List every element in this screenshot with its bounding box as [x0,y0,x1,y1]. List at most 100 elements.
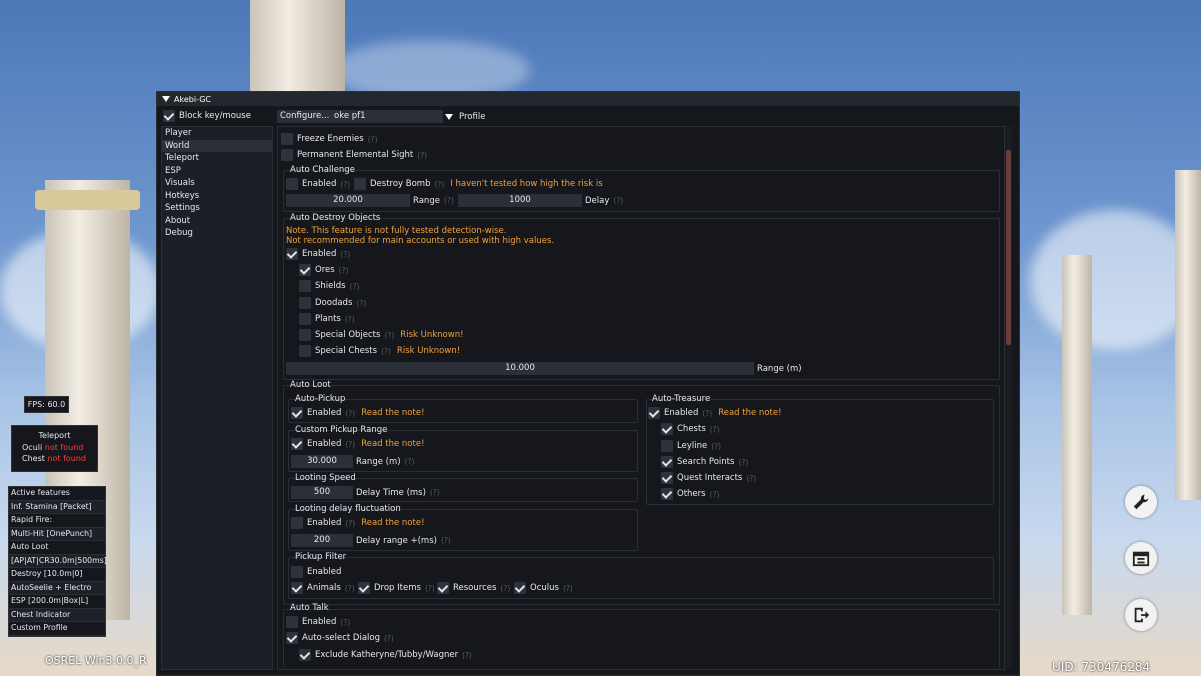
special-chests-checkbox[interactable]: Special Chests (?) Risk Unknown! [299,345,460,357]
checkbox-icon[interactable] [661,423,673,435]
delay-fluct-enabled[interactable]: Enabled (?) Read the note! [291,517,424,529]
quest-interacts-checkbox[interactable]: Quest Interacts (?) [661,472,756,484]
delay-time-slider[interactable]: 500 [291,486,353,499]
auto-pickup-enabled[interactable]: Enabled (?) Read the note! [291,407,424,419]
profile-select[interactable]: oke pf1 [331,110,443,123]
sidebar-item-hotkeys[interactable]: Hotkeys [162,190,272,203]
special-objects-checkbox[interactable]: Special Objects (?) Risk Unknown! [299,329,463,341]
auto-select-dialog-checkbox[interactable]: Auto-select Dialog (?) [286,632,394,644]
range-slider[interactable]: 20.000 [286,194,410,207]
checkbox-icon[interactable] [291,566,303,578]
others-checkbox[interactable]: Others (?) [661,488,719,500]
scroll-thumb[interactable] [1006,150,1011,345]
help-icon[interactable]: (?) [444,196,454,205]
checkbox-icon[interactable] [299,649,311,661]
auto-challenge-enabled[interactable]: Enabled (?) [286,178,350,190]
destroy-range-slider[interactable]: 10.000 [286,362,754,375]
help-icon[interactable]: (?) [345,409,355,418]
checkbox-icon[interactable] [163,110,175,122]
search-points-checkbox[interactable]: Search Points (?) [661,456,748,468]
block-key-checkbox[interactable]: Block key/mouse [163,110,251,122]
checkbox-icon[interactable] [648,407,660,419]
destroy-bomb-checkbox[interactable]: Destroy Bomb (?) I haven't tested how high… [354,178,603,190]
checkbox-icon[interactable] [286,248,298,260]
auto-treasure-enabled[interactable]: Enabled (?) Read the note! [648,407,781,419]
checkbox-icon[interactable] [291,438,303,450]
help-icon[interactable]: (?) [368,135,378,144]
chevron-down-icon[interactable] [445,113,453,120]
help-icon[interactable]: (?) [350,282,360,291]
checkbox-icon[interactable] [299,264,311,276]
checkbox-icon[interactable] [299,280,311,292]
checkbox-icon[interactable] [514,582,526,594]
collapse-icon[interactable] [162,96,170,102]
help-icon[interactable]: (?) [345,440,355,449]
checkbox-icon[interactable] [281,133,293,145]
help-icon[interactable]: (?) [356,299,366,308]
checkbox-icon[interactable] [661,472,673,484]
help-icon[interactable]: (?) [384,331,394,340]
auto-talk-enabled[interactable]: Enabled (?) [286,616,350,628]
help-icon[interactable]: (?) [738,458,748,467]
checkbox-icon[interactable] [299,345,311,357]
wrench-button[interactable] [1125,486,1157,518]
sidebar-item-settings[interactable]: Settings [162,202,272,215]
resources-checkbox[interactable]: Resources (?) [437,582,510,594]
leyline-checkbox[interactable]: Leyline (?) [661,440,721,452]
animals-checkbox[interactable]: Animals (?) [291,582,355,594]
help-icon[interactable]: (?) [500,584,510,593]
pickup-range-slider[interactable]: 30.000 [291,455,353,468]
help-icon[interactable]: (?) [711,442,721,451]
help-icon[interactable]: (?) [563,584,573,593]
help-icon[interactable]: (?) [345,584,355,593]
help-icon[interactable]: (?) [340,180,350,189]
chests-checkbox[interactable]: Chests (?) [661,423,720,435]
sidebar-item-teleport[interactable]: Teleport [162,152,272,165]
scrollbar[interactable] [1005,126,1012,668]
freeze-enemies-checkbox[interactable]: Freeze Enemies (?) [281,133,378,145]
drop-items-checkbox[interactable]: Drop Items (?) [358,582,435,594]
help-icon[interactable]: (?) [702,409,712,418]
custom-range-enabled[interactable]: Enabled (?) Read the note! [291,438,424,450]
checkbox-icon[interactable] [299,297,311,309]
doodads-checkbox[interactable]: Doodads (?) [299,297,366,309]
checkbox-icon[interactable] [437,582,449,594]
help-icon[interactable]: (?) [746,474,756,483]
oculus-checkbox[interactable]: Oculus (?) [514,582,573,594]
sidebar-item-debug[interactable]: Debug [162,227,272,240]
checkbox-icon[interactable] [291,517,303,529]
help-icon[interactable]: (?) [340,250,350,259]
elemental-sight-checkbox[interactable]: Permanent Elemental Sight (?) [281,149,427,161]
shields-checkbox[interactable]: Shields (?) [299,280,359,292]
checkbox-icon[interactable] [281,149,293,161]
sidebar-item-about[interactable]: About [162,215,272,228]
help-icon[interactable]: (?) [710,425,720,434]
checkbox-icon[interactable] [291,407,303,419]
auto-destroy-enabled[interactable]: Enabled (?) [286,248,350,260]
delay-slider[interactable]: 1000 [458,194,582,207]
help-icon[interactable]: (?) [339,266,349,275]
profile-dropdown[interactable]: Profile [445,110,485,123]
delay-range-slider[interactable]: 200 [291,534,353,547]
configure-button[interactable]: Configure... [277,110,333,123]
checkbox-icon[interactable] [286,178,298,190]
help-icon[interactable]: (?) [462,651,472,660]
checkbox-icon[interactable] [299,329,311,341]
help-icon[interactable]: (?) [384,634,394,643]
plants-checkbox[interactable]: Plants (?) [299,313,355,325]
checkbox-icon[interactable] [291,582,303,594]
checkbox-icon[interactable] [354,178,366,190]
checkbox-icon[interactable] [299,313,311,325]
exit-button[interactable] [1125,599,1157,631]
ores-checkbox[interactable]: Ores (?) [299,264,349,276]
checkbox-icon[interactable] [286,632,298,644]
help-icon[interactable]: (?) [441,536,451,545]
checkbox-icon[interactable] [661,440,673,452]
help-icon[interactable]: (?) [710,490,720,499]
help-icon[interactable]: (?) [345,315,355,324]
schedule-button[interactable] [1125,542,1157,574]
help-icon[interactable]: (?) [417,151,427,160]
sidebar-item-esp[interactable]: ESP [162,165,272,178]
help-icon[interactable]: (?) [425,584,435,593]
pickup-filter-enabled[interactable]: Enabled [291,566,341,578]
